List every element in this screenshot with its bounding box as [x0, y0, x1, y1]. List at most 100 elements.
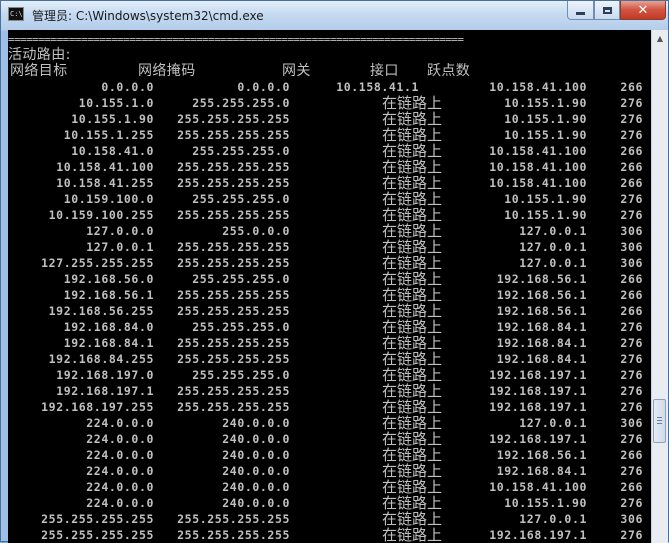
route-gateway: 在链路上: [382, 190, 443, 208]
maximize-button[interactable]: [594, 1, 620, 20]
route-netmask: 255.255.255.0: [192, 96, 290, 110]
route-row: 0.0.0.0 0.0.0.0 10.158.41.1 10.158.41.100 26…: [8, 79, 651, 95]
route-destination: 192.168.197.1: [56, 384, 154, 398]
route-netmask: 255.255.255.255: [177, 160, 290, 174]
route-netmask: 240.0.0.0: [222, 432, 290, 446]
route-metric: 266: [620, 144, 643, 158]
title-bar[interactable]: C:\ 管理员: C:\Windows\system32\cmd.exe ✕: [1, 1, 668, 30]
route-row: 192.168.84.255 255.255.255.255 在链路上 192.168…: [8, 351, 651, 367]
route-destination: 255.255.255.255: [41, 528, 154, 542]
route-gateway: 在链路上: [382, 334, 443, 352]
route-gateway: 在链路上: [382, 382, 443, 400]
route-interface: 10.155.1.90: [504, 112, 587, 126]
route-destination: 224.0.0.0: [86, 480, 154, 494]
route-netmask: 255.255.255.255: [177, 512, 290, 526]
route-interface: 127.0.0.1: [519, 416, 587, 430]
route-metric: 276: [620, 432, 643, 446]
route-destination: 127.0.0.0: [86, 224, 154, 238]
route-destination: 192.168.56.0: [63, 272, 154, 286]
route-netmask: 255.255.255.255: [177, 128, 290, 142]
cmd-icon[interactable]: C:\: [8, 7, 24, 21]
route-destination: 0.0.0.0: [101, 80, 154, 94]
close-icon: ✕: [637, 2, 649, 18]
route-metric: 276: [620, 320, 643, 334]
route-interface: 192.168.84.1: [496, 464, 587, 478]
route-netmask: 240.0.0.0: [222, 416, 290, 430]
minimize-button[interactable]: [567, 1, 594, 20]
route-destination: 255.255.255.255: [41, 512, 154, 526]
route-interface: 10.155.1.90: [504, 128, 587, 142]
route-gateway: 在链路上: [382, 446, 443, 464]
close-button[interactable]: ✕: [620, 1, 666, 20]
route-netmask: 255.255.255.255: [177, 384, 290, 398]
route-destination: 10.155.1.90: [71, 112, 154, 126]
route-gateway: 在链路上: [382, 510, 443, 528]
route-gateway: 在链路上: [382, 494, 443, 512]
route-interface: 127.0.0.1: [519, 256, 587, 270]
section-title: 活动路由:: [8, 47, 71, 63]
grip-line: [657, 423, 662, 424]
route-metric: 276: [620, 496, 643, 510]
route-row: 224.0.0.0 240.0.0.0 在链路上 127.0.0.1 306: [8, 415, 651, 431]
route-destination: 10.155.1.255: [63, 128, 154, 142]
route-gateway: 在链路上: [382, 462, 443, 480]
route-metric: 276: [620, 192, 643, 206]
route-row: 192.168.56.0 255.255.255.0 在链路上 192.168.56.…: [8, 271, 651, 287]
route-netmask: 255.255.255.0: [192, 192, 290, 206]
route-gateway: 在链路上: [382, 254, 443, 272]
route-gateway: 在链路上: [382, 398, 443, 416]
route-row: 10.155.1.255 255.255.255.255 在链路上 10.155.1.…: [8, 127, 651, 143]
route-destination: 224.0.0.0: [86, 496, 154, 510]
route-row: 127.0.0.1 255.255.255.255 在链路上 127.0.0.1 306: [8, 239, 651, 255]
route-gateway: 在链路上: [382, 206, 443, 224]
route-destination: 192.168.84.1: [63, 336, 154, 350]
scrollbar-thumb[interactable]: [653, 399, 666, 443]
route-netmask: 0.0.0.0: [237, 80, 290, 94]
route-row: 224.0.0.0 240.0.0.0 在链路上 192.168.197.1 276: [8, 431, 651, 447]
route-metric: 266: [620, 288, 643, 302]
route-metric: 306: [620, 416, 643, 430]
window-title: 管理员: C:\Windows\system32\cmd.exe: [32, 9, 264, 23]
route-gateway: 在链路上: [382, 110, 443, 128]
route-row: 255.255.255.255 255.255.255.255 在链路上 127.0.…: [8, 511, 651, 527]
route-row: 192.168.197.255 255.255.255.255 在链路上 192.16…: [8, 399, 651, 415]
route-row: 10.155.1.0 255.255.255.0 在链路上 10.155.1.90 27…: [8, 95, 651, 111]
route-destination: 224.0.0.0: [86, 448, 154, 462]
route-destination: 192.168.56.255: [48, 304, 154, 318]
route-interface: 10.155.1.90: [504, 208, 587, 222]
route-gateway: 在链路上: [382, 174, 443, 192]
route-destination: 224.0.0.0: [86, 416, 154, 430]
route-netmask: 255.255.255.0: [192, 320, 290, 334]
route-interface: 10.158.41.100: [489, 480, 587, 494]
scroll-up-icon[interactable]: ▲: [652, 30, 668, 46]
route-interface: 192.168.56.1: [496, 288, 587, 302]
route-interface: 192.168.197.1: [489, 528, 587, 542]
minimize-icon: [576, 11, 585, 15]
header-destination: 网络目标: [10, 63, 68, 79]
vertical-scrollbar[interactable]: ▲: [651, 30, 668, 543]
route-interface: 192.168.197.1: [489, 384, 587, 398]
route-metric: 266: [620, 160, 643, 174]
route-netmask: 255.255.255.0: [192, 272, 290, 286]
route-destination: 192.168.84.0: [63, 320, 154, 334]
console-output[interactable]: ========================================…: [8, 30, 651, 543]
route-destination: 127.0.0.1: [86, 240, 154, 254]
route-interface: 10.155.1.90: [504, 496, 587, 510]
route-row: 10.158.41.0 255.255.255.0 在链路上 10.158.41.10…: [8, 143, 651, 159]
route-netmask: 255.255.255.255: [177, 336, 290, 350]
route-netmask: 255.255.255.255: [177, 256, 290, 270]
separator-line: ========================================…: [8, 33, 464, 46]
route-netmask: 255.255.255.255: [177, 400, 290, 414]
route-netmask: 255.0.0.0: [222, 224, 290, 238]
route-metric: 306: [620, 512, 643, 526]
route-row: 255.255.255.255 255.255.255.255 在链路上 192.16…: [8, 527, 651, 543]
route-netmask: 255.255.255.255: [177, 288, 290, 302]
route-metric: 276: [620, 208, 643, 222]
route-gateway: 在链路上: [382, 526, 443, 543]
route-row: 192.168.84.0 255.255.255.0 在链路上 192.168.84.…: [8, 319, 651, 335]
route-interface: 192.168.56.1: [496, 272, 587, 286]
route-netmask: 240.0.0.0: [222, 448, 290, 462]
route-metric: 266: [620, 480, 643, 494]
route-row: 127.0.0.0 255.0.0.0 在链路上 127.0.0.1 306: [8, 223, 651, 239]
route-netmask: 255.255.255.255: [177, 112, 290, 126]
